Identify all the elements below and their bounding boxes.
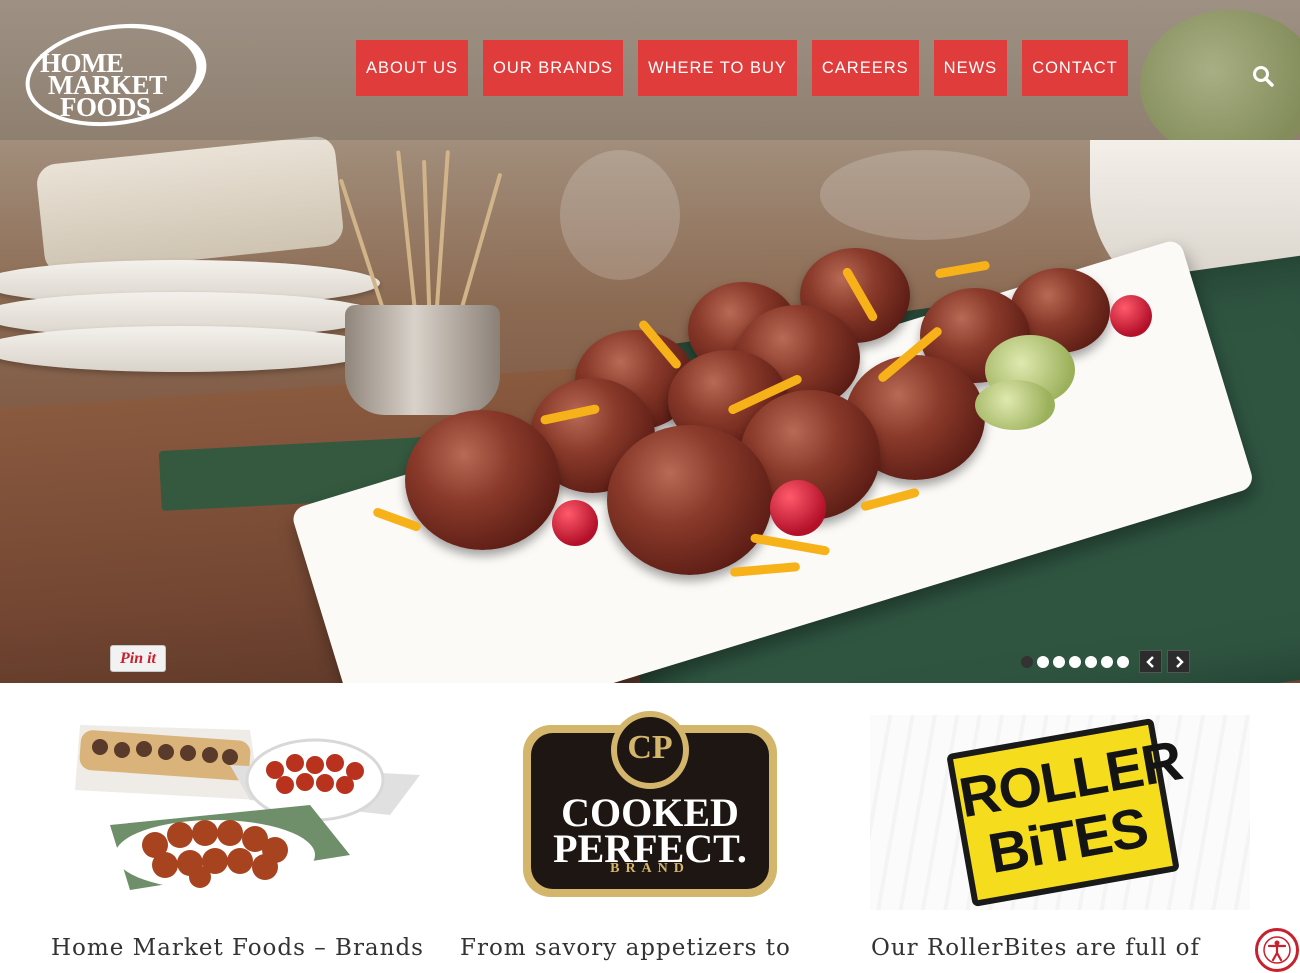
- brand-caption: From savory appetizers to: [460, 935, 791, 961]
- nav-our-brands[interactable]: OUR BRANDS: [483, 40, 624, 96]
- slider-dot[interactable]: [1021, 656, 1033, 668]
- meatball: [405, 410, 560, 550]
- chevron-left-icon[interactable]: [1139, 650, 1162, 673]
- meatball: [607, 425, 772, 575]
- cooked-perfect-mark: CP: [627, 729, 673, 766]
- brand-caption: Our RollerBites are full of: [871, 935, 1201, 961]
- slider-dot[interactable]: [1085, 656, 1097, 668]
- chevron-right-icon[interactable]: [1167, 650, 1190, 673]
- hero-toothpick-cup: [345, 305, 500, 415]
- nav-where-to-buy[interactable]: WHERE TO BUY: [638, 40, 797, 96]
- cooked-perfect-monogram: CP: [611, 711, 689, 789]
- slider-dot[interactable]: [1117, 656, 1129, 668]
- logo-line: FOODS: [60, 92, 151, 122]
- cranberry: [552, 500, 598, 546]
- hero-glass: [820, 150, 1030, 240]
- hero-toothpick: [396, 150, 418, 320]
- cooked-perfect-brand: BRAND: [610, 861, 690, 876]
- cranberry: [770, 480, 826, 536]
- accessibility-icon[interactable]: [1255, 928, 1299, 972]
- nav-contact[interactable]: CONTACT: [1022, 40, 1128, 96]
- site-logo-text[interactable]: HOME MARKET FOODS: [40, 50, 210, 122]
- brand-products-image[interactable]: [60, 705, 420, 910]
- slider-dot[interactable]: [1069, 656, 1081, 668]
- hero-plates: [0, 240, 380, 400]
- hero-glass: [560, 150, 680, 280]
- pinterest-pin-button[interactable]: Pin it: [110, 645, 166, 672]
- slider-dot[interactable]: [1101, 656, 1113, 668]
- cranberry: [1110, 295, 1152, 337]
- slider-pagination: [1021, 656, 1129, 668]
- brand-caption: Home Market Foods – Brands: [51, 935, 424, 961]
- nav-about-us[interactable]: ABOUT US: [356, 40, 469, 96]
- main-nav: ABOUT US OUR BRANDS WHERE TO BUY CAREERS…: [356, 40, 1128, 96]
- hero-toothpick: [434, 150, 450, 320]
- cooked-perfect-logo[interactable]: COOKED PERFECT. BRAND CP: [523, 711, 777, 897]
- cooked-perfect-wordmark: COOKED PERFECT.: [531, 793, 769, 869]
- slider-dot[interactable]: [1053, 656, 1065, 668]
- nav-news[interactable]: NEWS: [933, 40, 1008, 96]
- search-icon[interactable]: [1252, 65, 1274, 87]
- rollerbites-wordmark: ROLLER BiTES: [954, 728, 1186, 888]
- orange-zest: [934, 260, 991, 279]
- slider-dot[interactable]: [1037, 656, 1049, 668]
- lime-wedge: [975, 380, 1055, 430]
- nav-careers[interactable]: CAREERS: [811, 40, 919, 96]
